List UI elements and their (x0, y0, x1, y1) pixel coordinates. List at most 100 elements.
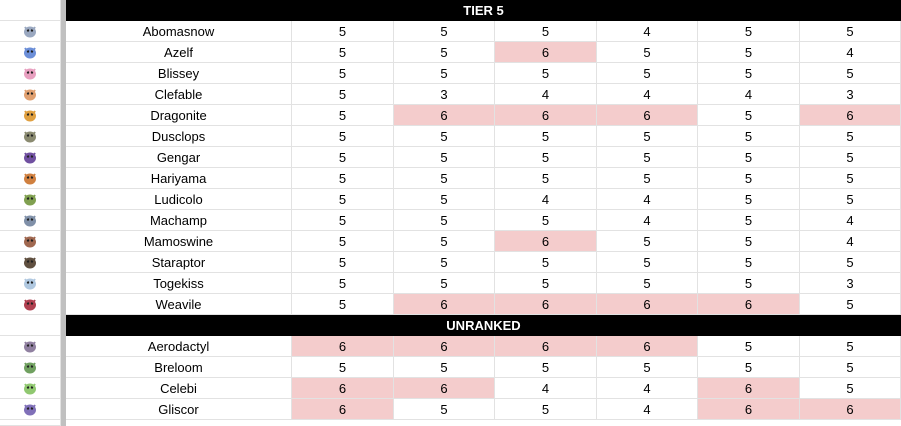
score-cell[interactable]: 6 (394, 378, 495, 399)
score-cell[interactable]: 6 (597, 336, 698, 357)
score-cell[interactable]: 3 (394, 84, 495, 105)
score-cell[interactable]: 5 (394, 168, 495, 189)
score-cell[interactable]: 5 (292, 42, 394, 63)
score-cell[interactable]: 6 (495, 231, 597, 252)
pokemon-name-cell[interactable]: Hariyama (66, 168, 292, 189)
score-cell[interactable]: 5 (698, 21, 800, 42)
score-cell[interactable]: 5 (597, 273, 698, 294)
score-cell[interactable]: 5 (800, 63, 901, 84)
score-cell[interactable]: 4 (597, 84, 698, 105)
score-cell[interactable]: 6 (292, 399, 394, 420)
score-cell[interactable]: 5 (394, 231, 495, 252)
score-cell[interactable]: 5 (292, 105, 394, 126)
score-cell[interactable]: 5 (698, 252, 800, 273)
score-cell[interactable]: 5 (597, 252, 698, 273)
pokemon-name-cell[interactable]: Clefable (66, 84, 292, 105)
score-cell[interactable]: 4 (800, 231, 901, 252)
score-cell[interactable]: 5 (292, 294, 394, 315)
score-cell[interactable]: 5 (495, 399, 597, 420)
score-cell[interactable]: 4 (597, 399, 698, 420)
score-cell[interactable]: 6 (698, 294, 800, 315)
score-cell[interactable]: 5 (698, 147, 800, 168)
pokemon-name-cell[interactable]: Togekiss (66, 273, 292, 294)
score-cell[interactable]: 6 (800, 399, 901, 420)
score-cell[interactable]: 6 (292, 336, 394, 357)
score-cell[interactable]: 3 (800, 273, 901, 294)
score-cell[interactable]: 5 (698, 336, 800, 357)
pokemon-name-cell[interactable]: Aerodactyl (66, 336, 292, 357)
score-cell[interactable]: 6 (292, 378, 394, 399)
section-title[interactable]: TIER 5 (66, 0, 901, 21)
score-cell[interactable]: 6 (597, 294, 698, 315)
score-cell[interactable]: 5 (495, 21, 597, 42)
score-cell[interactable]: 5 (495, 357, 597, 378)
score-cell[interactable]: 6 (495, 336, 597, 357)
score-cell[interactable]: 4 (495, 189, 597, 210)
pokemon-name-cell[interactable]: Abomasnow (66, 21, 292, 42)
score-cell[interactable]: 5 (597, 168, 698, 189)
score-cell[interactable]: 5 (800, 189, 901, 210)
score-cell[interactable]: 5 (495, 273, 597, 294)
score-cell[interactable]: 5 (292, 126, 394, 147)
score-cell[interactable]: 5 (292, 210, 394, 231)
score-cell[interactable]: 5 (597, 42, 698, 63)
pokemon-name-cell[interactable]: Ludicolo (66, 189, 292, 210)
score-cell[interactable]: 5 (800, 294, 901, 315)
score-cell[interactable]: 5 (292, 84, 394, 105)
score-cell[interactable]: 5 (292, 252, 394, 273)
score-cell[interactable]: 5 (495, 126, 597, 147)
score-cell[interactable]: 5 (495, 147, 597, 168)
score-cell[interactable]: 5 (597, 147, 698, 168)
score-cell[interactable]: 4 (800, 210, 901, 231)
score-cell[interactable]: 5 (698, 357, 800, 378)
score-cell[interactable]: 5 (495, 210, 597, 231)
pokemon-name-cell[interactable]: Blissey (66, 63, 292, 84)
score-cell[interactable]: 4 (597, 21, 698, 42)
score-cell[interactable]: 5 (800, 147, 901, 168)
score-cell[interactable]: 5 (495, 252, 597, 273)
pokemon-name-cell[interactable]: Gliscor (66, 399, 292, 420)
score-cell[interactable]: 4 (800, 42, 901, 63)
score-cell[interactable]: 5 (292, 231, 394, 252)
score-cell[interactable]: 5 (698, 168, 800, 189)
score-cell[interactable]: 4 (597, 378, 698, 399)
score-cell[interactable]: 5 (597, 231, 698, 252)
score-cell[interactable]: 5 (394, 21, 495, 42)
pokemon-name-cell[interactable]: Mamoswine (66, 231, 292, 252)
score-cell[interactable]: 5 (394, 399, 495, 420)
score-cell[interactable]: 6 (495, 294, 597, 315)
score-cell[interactable]: 6 (597, 105, 698, 126)
pokemon-name-cell[interactable]: Gengar (66, 147, 292, 168)
score-cell[interactable]: 5 (800, 336, 901, 357)
pokemon-name-cell[interactable]: Celebi (66, 378, 292, 399)
score-cell[interactable]: 5 (800, 126, 901, 147)
score-cell[interactable]: 5 (292, 357, 394, 378)
score-cell[interactable]: 5 (394, 357, 495, 378)
score-cell[interactable]: 5 (698, 231, 800, 252)
score-cell[interactable]: 6 (495, 105, 597, 126)
score-cell[interactable]: 4 (698, 84, 800, 105)
score-cell[interactable]: 5 (394, 189, 495, 210)
score-cell[interactable]: 6 (495, 42, 597, 63)
score-cell[interactable]: 5 (698, 189, 800, 210)
score-cell[interactable]: 5 (698, 63, 800, 84)
score-cell[interactable]: 5 (800, 168, 901, 189)
score-cell[interactable]: 5 (698, 105, 800, 126)
score-cell[interactable]: 5 (800, 378, 901, 399)
score-cell[interactable]: 6 (800, 105, 901, 126)
score-cell[interactable]: 5 (597, 63, 698, 84)
score-cell[interactable]: 5 (597, 126, 698, 147)
score-cell[interactable]: 5 (292, 189, 394, 210)
score-cell[interactable]: 4 (495, 378, 597, 399)
score-cell[interactable]: 4 (495, 84, 597, 105)
score-cell[interactable]: 5 (800, 252, 901, 273)
score-cell[interactable]: 6 (698, 378, 800, 399)
score-cell[interactable]: 5 (292, 168, 394, 189)
score-cell[interactable]: 5 (698, 210, 800, 231)
score-cell[interactable]: 6 (698, 399, 800, 420)
score-cell[interactable]: 3 (800, 84, 901, 105)
score-cell[interactable]: 5 (698, 42, 800, 63)
score-cell[interactable]: 5 (292, 63, 394, 84)
score-cell[interactable]: 4 (597, 210, 698, 231)
score-cell[interactable]: 5 (495, 63, 597, 84)
